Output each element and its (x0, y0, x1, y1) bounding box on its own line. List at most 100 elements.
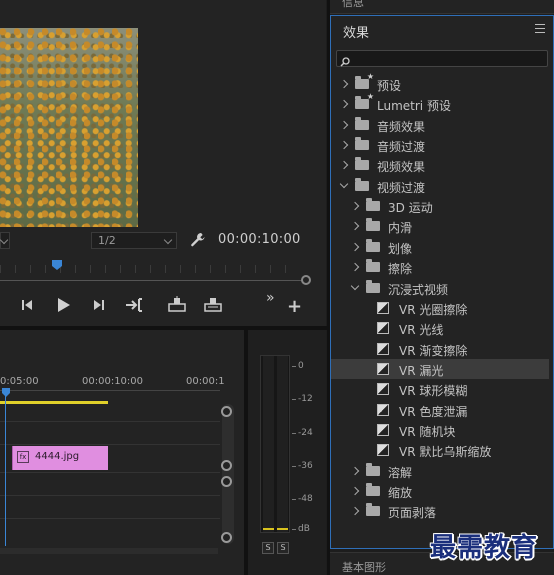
lift-icon[interactable] (166, 294, 188, 316)
effect-folder[interactable]: 音频效果 (331, 115, 549, 135)
chevron-down-icon[interactable] (339, 179, 349, 189)
add-button[interactable]: + (287, 296, 302, 317)
playhead-timecode[interactable]: 00:00:10:00 (218, 232, 301, 247)
track-divider (0, 495, 220, 496)
step-back-icon[interactable] (16, 294, 38, 316)
chevron-right-icon[interactable] (339, 120, 349, 130)
track-divider (0, 444, 220, 445)
ruler-label: 0:05:00 (0, 376, 39, 387)
search-icon (340, 52, 350, 67)
effect-label: 内滑 (388, 221, 413, 235)
scroll-knob[interactable] (221, 532, 232, 543)
effect-folder[interactable]: 擦除 (331, 257, 549, 277)
more-controls-button[interactable]: » (266, 290, 275, 306)
chevron-right-icon[interactable] (339, 79, 349, 89)
preset-folder-icon (355, 72, 374, 89)
chevron-right-icon[interactable] (350, 486, 360, 496)
wrench-icon[interactable] (190, 232, 206, 248)
effect-folder[interactable]: 视频过渡 (331, 176, 549, 196)
meter-scale-label: -36 (292, 461, 313, 471)
chevron-right-icon[interactable] (339, 140, 349, 150)
resolution-value: 1/2 (98, 234, 116, 247)
scroll-knob[interactable] (221, 460, 232, 471)
timeline-vertical-scrollbar[interactable] (222, 404, 234, 544)
scroll-knob[interactable] (221, 476, 232, 487)
ruler-label: 00:00:1 (186, 376, 225, 387)
panel-menu-icon[interactable] (535, 24, 545, 34)
chevron-right-icon[interactable] (339, 160, 349, 170)
extract-icon[interactable] (202, 294, 224, 316)
effect-folder[interactable]: 沉浸式视频 (331, 278, 549, 298)
effect-label: 页面剥落 (388, 506, 437, 520)
folder-icon (366, 483, 380, 496)
effect-folder[interactable]: 视频效果 (331, 155, 549, 175)
timeline-clip[interactable]: fx 4444.jpg (12, 446, 108, 470)
meter-scale-label: -12 (292, 394, 313, 404)
meter-scale-label: -48 (292, 494, 313, 504)
effect-item[interactable]: VR 光圈擦除 (331, 298, 549, 318)
resolution-dropdown[interactable]: 1/2 (91, 232, 177, 249)
transition-icon (377, 383, 389, 395)
ruler-label: 00:00:10:00 (82, 376, 144, 387)
effect-folder[interactable]: 内滑 (331, 216, 549, 236)
scrub-end-handle[interactable] (301, 275, 311, 285)
effects-search-input[interactable] (336, 50, 548, 67)
chevron-right-icon[interactable] (350, 466, 360, 476)
effect-label: VR 漏光 (399, 364, 444, 378)
effect-folder[interactable]: 3D 运动 (331, 196, 549, 216)
chevron-right-icon[interactable] (350, 262, 360, 272)
effect-folder[interactable]: 缩放 (331, 481, 549, 501)
chevron-down-icon[interactable] (350, 281, 360, 291)
effect-item[interactable]: VR 默比乌斯缩放 (331, 440, 549, 460)
effect-folder[interactable]: 预设 (331, 72, 549, 94)
effect-item[interactable]: VR 随机块 (331, 420, 549, 440)
folder-icon (366, 239, 380, 252)
zoom-dropdown[interactable] (0, 232, 10, 249)
work-area-bar[interactable] (0, 401, 108, 404)
info-tab[interactable]: 信息 (330, 0, 554, 14)
effect-label: VR 渐变擦除 (399, 344, 468, 358)
effect-folder[interactable]: 页面剥落 (331, 501, 549, 521)
folder-icon (355, 117, 369, 130)
effect-item[interactable]: VR 光线 (331, 318, 549, 338)
solo-button-right[interactable]: S (277, 542, 289, 554)
chevron-right-icon[interactable] (350, 221, 360, 231)
effect-item[interactable]: VR 色度泄漏 (331, 400, 549, 420)
effect-label: 擦除 (388, 262, 413, 276)
play-icon[interactable] (52, 294, 74, 316)
step-forward-icon[interactable] (88, 294, 110, 316)
solo-button-left[interactable]: S (262, 542, 274, 554)
effect-folder[interactable]: 音频过渡 (331, 135, 549, 155)
effect-folder[interactable]: 划像 (331, 237, 549, 257)
chevron-right-icon[interactable] (339, 99, 349, 109)
chevron-right-icon[interactable] (350, 201, 360, 211)
preset-folder-icon (355, 92, 374, 109)
panel-divider[interactable] (0, 326, 327, 330)
chevron-right-icon[interactable] (350, 242, 360, 252)
timeline-horizontal-scrollbar[interactable] (0, 548, 218, 554)
transition-icon (377, 343, 389, 355)
meter-scale-label: dB (292, 524, 310, 534)
panel-divider[interactable] (244, 330, 248, 575)
transition-icon (377, 302, 389, 314)
effect-item[interactable]: VR 渐变擦除 (331, 339, 549, 359)
track-divider (0, 518, 220, 519)
folder-icon (355, 178, 369, 191)
effect-folder[interactable]: Lumetri 预设 (331, 92, 549, 114)
fx-badge: fx (17, 451, 29, 463)
scroll-knob[interactable] (221, 406, 232, 417)
panel-divider[interactable] (327, 0, 330, 575)
go-to-out-icon[interactable] (124, 294, 146, 316)
effect-item[interactable]: VR 球形模糊 (331, 379, 549, 399)
effect-item[interactable]: VR 漏光 (331, 359, 549, 379)
effect-label: 音频过渡 (377, 140, 426, 154)
time-ruler[interactable] (0, 390, 220, 391)
effect-label: 3D 运动 (388, 201, 433, 215)
chevron-right-icon[interactable] (350, 506, 360, 516)
meter-scale-label: -24 (292, 428, 313, 438)
effect-label: 视频过渡 (377, 181, 426, 195)
scrub-bar[interactable] (0, 280, 308, 281)
essential-graphics-label: 基本图形 (342, 561, 386, 574)
watermark-logo: 最需教育 (430, 533, 539, 563)
effect-folder[interactable]: 溶解 (331, 461, 549, 481)
